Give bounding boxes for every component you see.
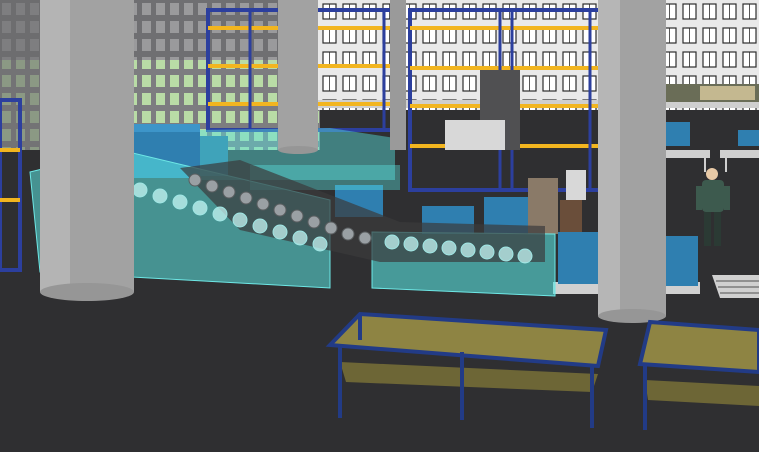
warehouse-scene: [0, 0, 759, 452]
right-building-facade: [315, 0, 759, 110]
